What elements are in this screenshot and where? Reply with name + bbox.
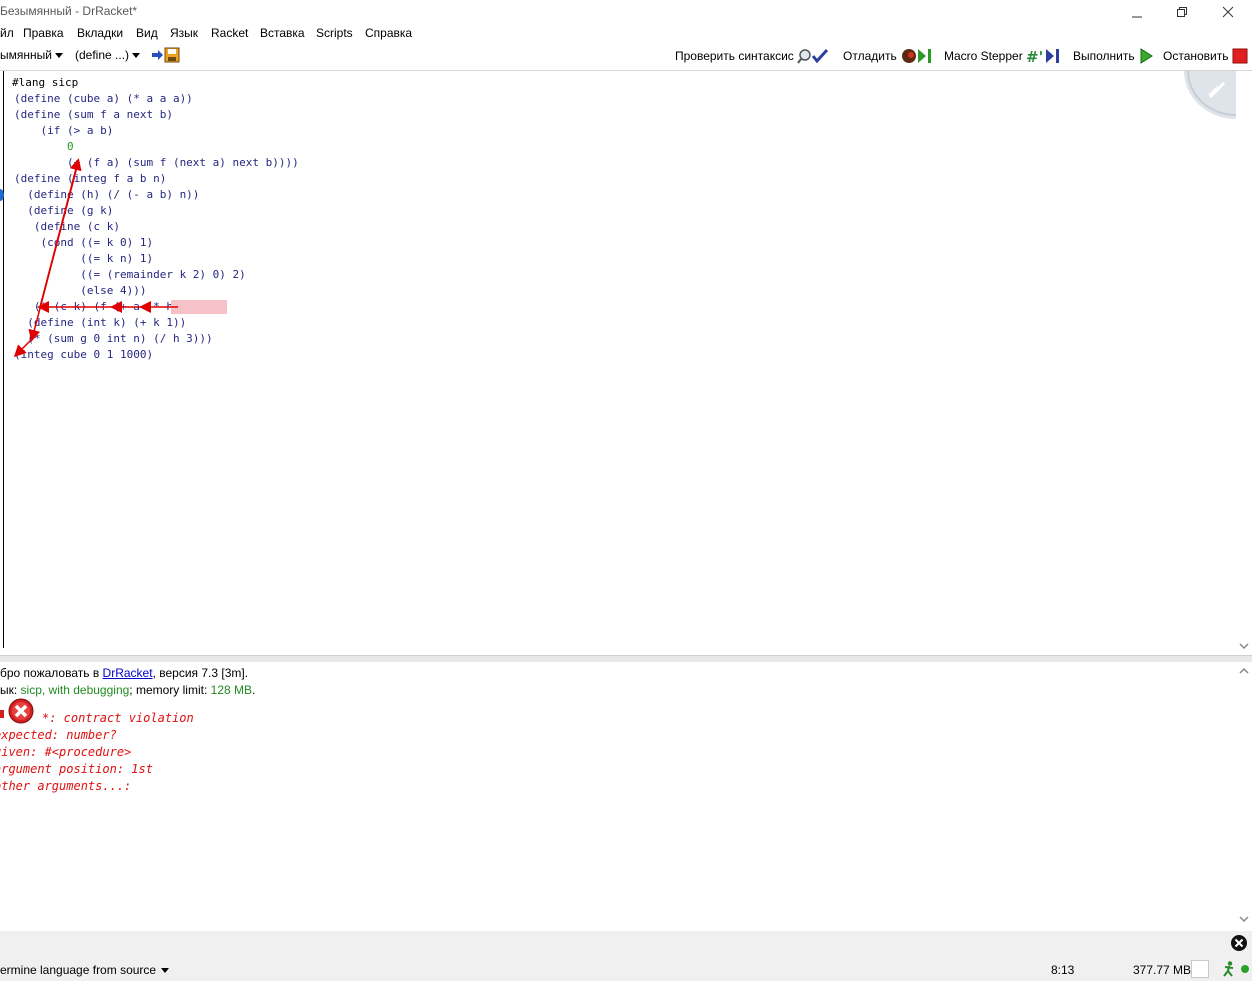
menu-tabs[interactable]: Вкладки <box>77 26 123 40</box>
cursor-position: 8:13 <box>1051 963 1075 977</box>
error-line: given: #<procedure> <box>0 745 132 759</box>
language-selector-label: ermine language from source <box>0 963 157 977</box>
define-dropdown[interactable]: (define ...) <box>75 48 141 62</box>
language-prefix: ык: <box>0 683 21 697</box>
restore-button[interactable] <box>1159 0 1205 24</box>
interactions-pane[interactable]: бро пожаловать в DrRacket, версия 7.3 [3… <box>0 662 1252 930</box>
code-line: (if (> a b) <box>14 124 114 137</box>
chevron-down-icon <box>161 967 170 973</box>
language-name: sicp, with debugging <box>20 683 130 697</box>
code-line: (define (int k) (+ k 1)) <box>14 316 187 329</box>
svg-text:#': #' <box>1026 48 1043 64</box>
gc-indicator <box>1191 960 1209 978</box>
code-line: (define (c k) <box>14 220 120 233</box>
code-line: (else 4))) <box>14 284 147 297</box>
stop-button[interactable]: Остановить <box>1163 48 1248 64</box>
code-line: (define (g k) <box>14 204 114 217</box>
debug-button[interactable]: Отладить <box>843 48 936 64</box>
save-button[interactable] <box>148 47 181 63</box>
error-icon-edge <box>0 710 4 718</box>
error-line: other arguments...: <box>0 779 132 793</box>
status-light-icon <box>1241 965 1249 973</box>
menu-scripts[interactable]: Scripts <box>316 26 353 40</box>
stop-label: Остановить <box>1163 49 1229 63</box>
menu-help[interactable]: Справка <box>365 26 412 40</box>
macro-stepper-icon: #' <box>1026 48 1059 64</box>
welcome-prefix: бро пожаловать в <box>0 666 103 680</box>
restore-icon <box>1177 7 1187 17</box>
menu-language[interactable]: Язык <box>170 26 198 40</box>
save-icon <box>152 47 180 63</box>
title-bar: Безымянный - DrRacket* <box>0 0 1252 24</box>
file-dropdown[interactable]: ымянный <box>0 48 63 62</box>
menu-edit[interactable]: Правка <box>23 26 64 40</box>
definitions-editor[interactable]: #lang sicp (define (cube a) (* a a a)) (… <box>0 71 1252 654</box>
code-line: (cond ((= k 0) 1) <box>14 236 154 249</box>
menu-view[interactable]: Вид <box>136 26 158 40</box>
language-selector[interactable]: ermine language from source <box>0 963 170 977</box>
scroll-down-arrow-icon[interactable] <box>1236 914 1252 926</box>
code-line: (define (cube a) (* a a a)) <box>14 92 193 105</box>
error-x-icon[interactable] <box>8 698 34 724</box>
code-line: (define (integ f a b n) <box>14 172 167 185</box>
language-mid: ; memory limit: <box>129 683 211 697</box>
scroll-down-arrow-icon[interactable] <box>1236 641 1252 653</box>
minimize-button[interactable] <box>1114 0 1160 24</box>
page-curl-icon <box>1184 71 1236 119</box>
error-line: expected: number? <box>0 728 117 742</box>
close-circle-icon[interactable] <box>1230 934 1248 952</box>
code-line: (+ (f a) (sum f (next a) next b)))) <box>14 156 299 169</box>
code-line: ((= k n) 1) <box>14 252 154 265</box>
check-syntax-button[interactable]: Проверить синтаксис <box>675 48 829 64</box>
code-line: (define (h) (/ (- a b) n)) <box>14 188 200 201</box>
menu-bar: йл Правка Вкладки Вид Язык Racket Вставк… <box>0 24 1252 42</box>
code-line: (define (sum f a next b) <box>14 108 173 121</box>
code-line: ((= (remainder k 2) 0) 2) <box>14 268 246 281</box>
run-label: Выполнить <box>1073 49 1135 63</box>
memory-usage[interactable]: 377.77 MB <box>1133 963 1191 977</box>
macro-stepper-label: Macro Stepper <box>944 49 1023 63</box>
code-line: (* (sum g 0 int n) (/ h 3))) <box>14 332 213 345</box>
code-line: #lang sicp <box>12 76 79 89</box>
menu-file[interactable]: йл <box>0 26 14 40</box>
minimize-icon <box>1132 16 1142 18</box>
editor-left-border <box>3 71 4 648</box>
error-line: argument position: 1st <box>0 762 153 776</box>
welcome-message: бро пожаловать в DrRacket, версия 7.3 [3… <box>0 666 248 680</box>
file-dropdown-label: ымянный <box>0 48 52 62</box>
toolbar: ымянный (define ...) Проверить синтаксис… <box>0 42 1252 71</box>
chevron-down-icon <box>132 52 141 58</box>
stop-icon <box>1232 48 1247 64</box>
error-line: *: contract violation <box>42 711 194 725</box>
macro-stepper-button[interactable]: Macro Stepper #' <box>944 48 1064 64</box>
welcome-suffix: , версия 7.3 [3m]. <box>152 666 249 680</box>
language-message: ык: sicp, with debugging; memory limit: … <box>0 683 255 697</box>
scroll-up-arrow-icon[interactable] <box>1236 664 1252 676</box>
menu-racket[interactable]: Racket <box>211 26 248 40</box>
language-end: . <box>252 683 256 697</box>
status-bar: ermine language from source 8:13 377.77 … <box>0 931 1252 981</box>
memory-limit: 128 MB <box>210 683 252 697</box>
play-icon <box>1140 48 1153 64</box>
code-line: (integ cube 0 1 1000) <box>14 348 154 361</box>
debug-bug-icon <box>901 49 931 63</box>
magnifier-check-icon <box>797 48 828 64</box>
window-title: Безымянный - DrRacket* <box>0 4 138 18</box>
error-highlight <box>171 300 227 314</box>
menu-insert[interactable]: Вставка <box>260 26 305 40</box>
running-person-icon <box>1223 961 1234 977</box>
close-icon <box>1222 6 1234 18</box>
debug-label: Отладить <box>843 49 897 63</box>
code-line: 0 <box>14 140 74 153</box>
chevron-down-icon <box>54 52 63 58</box>
define-dropdown-label: (define ...) <box>75 48 130 62</box>
run-button[interactable]: Выполнить <box>1073 48 1154 64</box>
drracket-link[interactable]: DrRacket <box>103 666 153 680</box>
check-syntax-label: Проверить синтаксис <box>675 49 794 63</box>
close-button[interactable] <box>1205 0 1251 24</box>
